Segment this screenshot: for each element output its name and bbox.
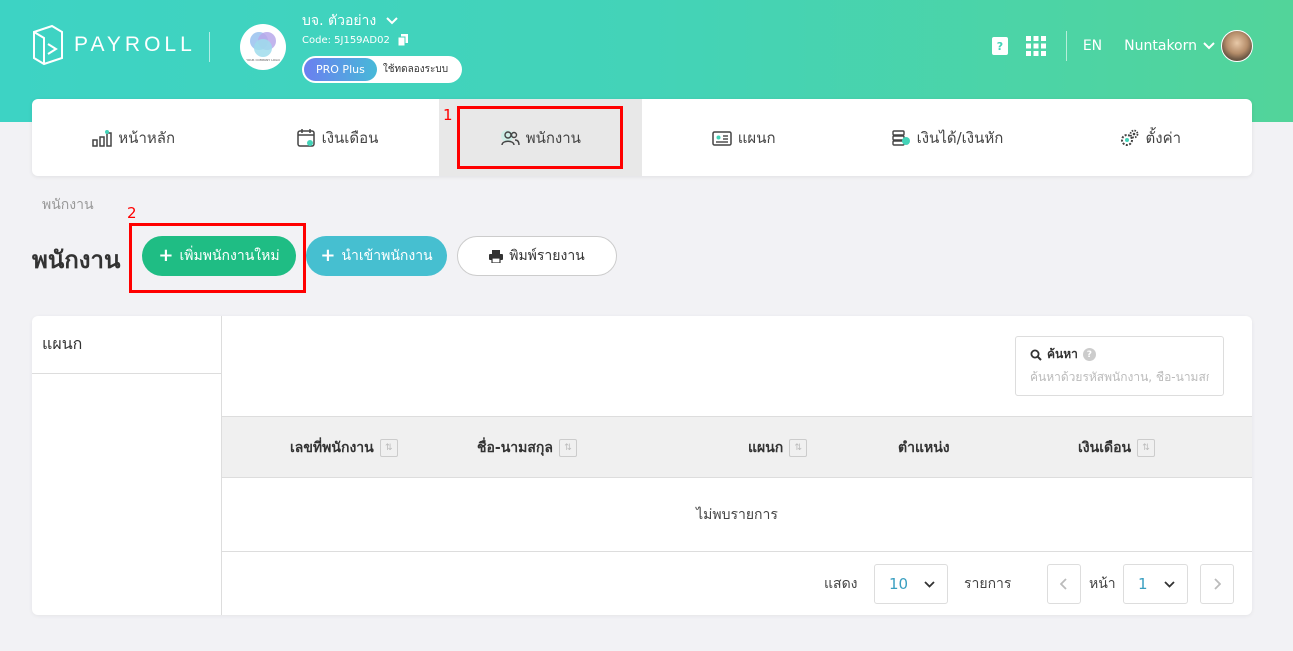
current-page-value: 1 [1138,575,1148,593]
column-label: ตำแหน่ง [898,440,950,456]
plan-status-pill[interactable]: PRO Plus ใช้ทดลองระบบ [302,56,462,83]
search-box: ค้นหา ? [1015,336,1224,396]
avatar [1221,30,1253,62]
department-sidebar-title: แผนก [32,316,221,374]
main-nav: หน้าหลัก เงินเดือน พนักงาน แผนก เงินได้/… [32,99,1252,176]
chevron-left-icon [1060,578,1067,590]
plan-badge: PRO Plus [304,58,377,81]
header-divider [1065,31,1067,61]
pagination: แสดง 10 รายการ หน้า 1 [222,552,1252,615]
language-switch[interactable]: EN [1083,38,1102,54]
prev-page-button[interactable] [1047,564,1081,604]
company-code: Code: 5J159AD02 [302,34,390,46]
nav-label: ตั้งค่า [1145,128,1182,147]
printer-icon [489,249,504,263]
user-menu[interactable]: Nuntakorn [1124,30,1253,62]
company-code-row: Code: 5J159AD02 [302,34,408,46]
chevron-down-icon [1164,577,1175,591]
chevron-down-icon [1203,42,1215,50]
apps-grid-icon[interactable] [1025,36,1046,56]
breadcrumb[interactable]: พนักงาน [42,194,94,216]
annotation-number-2: 2 [127,204,137,222]
table-header: เลขที่พนักงาน ⇅ ชื่อ-นามสกุล ⇅ แผนก ⇅ ตำ… [222,416,1252,478]
nav-item-department[interactable]: แผนก [642,99,845,176]
employee-list-area: ค้นหา ? เลขที่พนักงาน ⇅ ชื่อ-นามสกุล ⇅ แ… [222,316,1252,615]
column-salary[interactable]: เงินเดือน ⇅ [1078,417,1156,479]
page-number-select[interactable]: 1 [1123,564,1188,604]
sort-icon[interactable]: ⇅ [558,439,577,457]
nav-item-home[interactable]: หน้าหลัก [32,99,235,176]
annotation-box-employees-tab [457,106,623,169]
calendar-icon [296,128,315,147]
company-selector[interactable]: บจ. ตัวอย่าง [302,10,398,32]
column-label: เงินเดือน [1078,440,1132,456]
payroll-logo[interactable]: PAYROLL [30,24,196,66]
page-size-select[interactable]: 10 [874,564,948,604]
nav-label: เงินได้/เงินหัก [916,128,1004,147]
column-label: ชื่อ-นามสกุล [477,440,553,456]
annotation-number-1: 1 [443,106,453,124]
sort-icon[interactable]: ⇅ [1137,439,1156,457]
gears-icon [1120,129,1138,146]
nav-item-earnings-deductions[interactable]: เงินได้/เงินหัก [845,99,1048,176]
chart-bars-icon [92,129,113,147]
brand-name: PAYROLL [74,33,196,56]
svg-text:?: ? [997,40,1003,53]
column-full-name[interactable]: ชื่อ-นามสกุล ⇅ [477,417,577,479]
add-employee-button[interactable]: + เพิ่มพนักงานใหม่ [142,236,296,276]
help-book-icon[interactable]: ? [990,36,1010,56]
header-divider [209,32,210,62]
payroll-logo-icon [33,24,63,66]
import-employee-button[interactable]: + นำเข้าพนักงาน [306,236,447,276]
column-position[interactable]: ตำแหน่ง [898,417,950,479]
nav-label: เงินเดือน [321,128,379,147]
chevron-right-icon [1214,578,1221,590]
sort-icon[interactable]: ⇅ [379,439,398,457]
next-page-button[interactable] [1200,564,1234,604]
money-stack-icon [891,129,910,146]
page-size-value: 10 [889,575,909,593]
column-employee-id[interactable]: เลขที่พนักงาน ⇅ [290,417,398,479]
print-report-button[interactable]: พิมพ์รายงาน [457,236,617,276]
user-name: Nuntakorn [1124,38,1197,54]
import-employee-label: นำเข้าพนักงาน [341,248,433,264]
nav-label: หน้าหลัก [118,128,176,147]
sort-icon[interactable]: ⇅ [789,439,808,457]
company-logo-icon [250,32,276,57]
show-label: แสดง [824,575,858,592]
column-label: เลขที่พนักงาน [290,440,374,456]
search-label: ค้นหา [1047,347,1078,361]
chevron-down-icon [386,17,398,25]
plus-icon: + [320,245,336,266]
search-label-row: ค้นหา ? [1030,345,1209,364]
column-label: แผนก [748,440,784,456]
page-title: พนักงาน [32,246,121,274]
company-name: บจ. ตัวอย่าง [302,13,377,29]
copy-icon[interactable] [397,34,408,46]
department-sidebar: แผนก [32,316,222,615]
print-report-label: พิมพ์รายงาน [509,248,585,264]
add-employee-label: เพิ่มพนักงานใหม่ [179,248,280,264]
nav-item-salary[interactable]: เงินเดือน [235,99,438,176]
nav-item-settings[interactable]: ตั้งค่า [1049,99,1252,176]
rows-label: รายการ [964,575,1012,592]
search-input[interactable] [1030,370,1209,384]
chevron-down-icon [924,577,935,591]
header-right: ? EN Nuntakorn [990,30,1253,62]
search-icon [1030,349,1042,361]
column-department[interactable]: แผนก ⇅ [748,417,808,479]
id-card-icon [712,130,732,146]
nav-label: แผนก [737,128,776,147]
help-icon[interactable]: ? [1082,348,1096,361]
empty-state-row: ไม่พบรายการ [222,478,1252,552]
company-logo[interactable]: YOUR COMPANY LOGO [240,24,286,70]
employee-panel: แผนก ค้นหา ? เลขที่พนักงาน ⇅ ชื่อ-นามสกุ… [32,316,1252,615]
plan-trial-text: ใช้ทดลองระบบ [382,64,449,75]
plus-icon: + [158,245,174,266]
company-logo-text: YOUR COMPANY LOGO [246,58,280,62]
page-label: หน้า [1089,575,1116,592]
